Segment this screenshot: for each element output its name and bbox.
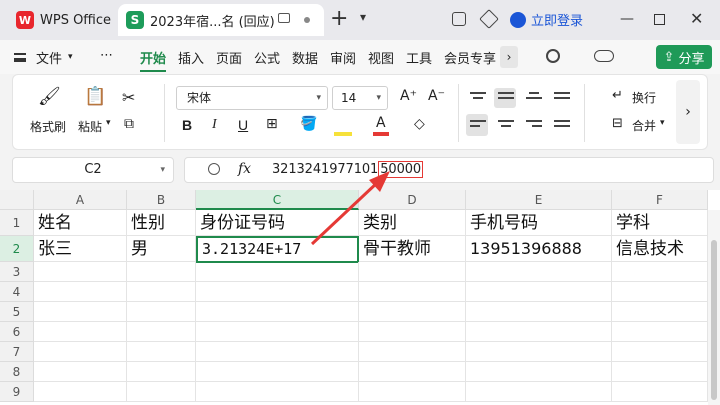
annotation-arrow-line [310,180,380,246]
annotation-arrow [310,171,390,246]
